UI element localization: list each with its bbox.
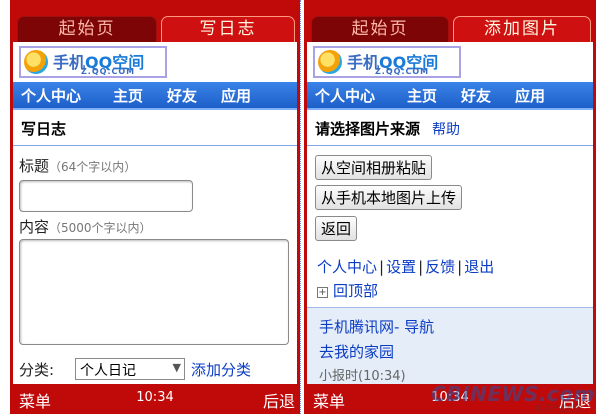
upload-local-image-button[interactable]: 从手机本地图片上传 [315,185,463,210]
category-label: 分类: [19,361,55,379]
content-textarea[interactable] [19,239,289,345]
nav-apps[interactable]: 应用 [221,85,251,106]
nav-friends[interactable]: 好友 [167,85,197,106]
tab-bar: 起始页 写日志 [13,0,297,42]
nav-personal-center[interactable]: 个人中心 [315,85,375,106]
plus-icon: + [317,287,328,298]
nav-home[interactable]: 主页 [407,85,437,106]
tab-home[interactable]: 起始页 [17,16,157,42]
link-feedback[interactable]: 反馈 [425,258,455,276]
link-my-home[interactable]: 去我的家园 [319,341,394,362]
clock: 10:34 [136,390,174,405]
back-to-top-link[interactable]: + 回顶部 [317,280,378,301]
link-settings[interactable]: 设置 [386,258,416,276]
link-personal-center[interactable]: 个人中心 [317,258,377,276]
title-input[interactable] [19,180,193,212]
back-softkey[interactable]: 后退 [263,388,295,412]
main-nav: 个人中心 主页 好友 应用 [13,82,297,110]
phone-screen-write-diary: 起始页 写日志 手机QQ空间 Z.QQ.COM 个人中心 主页 好友 应用 写日… [10,0,300,414]
category-select[interactable]: 个人日记 ▼ [75,358,185,380]
qzone-star-icon [24,50,48,74]
title-label: 标题（64个字以内） [19,157,137,175]
watermark-subtitle: 电子产品世界 [535,404,583,413]
tab-home[interactable]: 起始页 [311,16,449,42]
softkey-bar: 菜单 10:34 后退 [13,384,297,414]
divider [300,0,301,414]
content-hint: （5000个字以内） [49,221,152,235]
link-logout[interactable]: 退出 [464,258,494,276]
chevron-down-icon: ▼ [172,361,181,374]
qzone-logo[interactable]: 手机QQ空间 Z.QQ.COM [19,46,167,78]
content-label: 内容（5000个字以内） [19,218,152,236]
logo-subtitle: Z.QQ.COM [375,67,430,76]
link-mobile-qq-nav[interactable]: 手机腾讯网- 导航 [319,316,434,337]
tab-bar: 起始页 添加图片 [307,0,593,42]
nav-apps[interactable]: 应用 [515,85,545,106]
nav-friends[interactable]: 好友 [461,85,491,106]
nav-home[interactable]: 主页 [113,85,143,106]
tab-add-image[interactable]: 添加图片 [453,16,591,42]
page-title: 写日志 [13,110,297,146]
help-link[interactable]: 帮助 [432,122,460,138]
footer-links: 个人中心 | 设置 | 反馈 | 退出 [317,258,495,276]
promo-section: 手机腾讯网- 导航 去我的家园 小报时(10:34) [307,307,593,384]
title-hint: （64个字以内） [49,160,137,174]
partial-text: 小报时(10:34) [319,369,406,384]
qzone-star-icon [318,50,342,74]
paste-from-album-button[interactable]: 从空间相册粘贴 [315,155,433,180]
page-title: 请选择图片来源 帮助 [307,110,593,146]
add-category-link[interactable]: 添加分类 [191,359,251,380]
main-nav: 个人中心 主页 好友 应用 [307,82,593,110]
qzone-logo[interactable]: 手机QQ空间 Z.QQ.COM [313,46,461,78]
tab-write-diary[interactable]: 写日志 [161,16,295,42]
back-button[interactable]: 返回 [315,216,358,241]
logo-subtitle: Z.QQ.COM [81,67,136,76]
nav-personal-center[interactable]: 个人中心 [21,85,81,106]
phone-screen-add-image: 起始页 添加图片 手机QQ空间 Z.QQ.COM 个人中心 主页 好友 应用 请… [304,0,596,414]
